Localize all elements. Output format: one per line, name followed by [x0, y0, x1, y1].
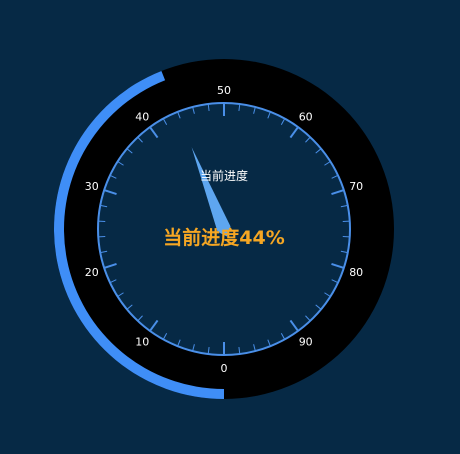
- tick-label: 30: [85, 180, 99, 193]
- tick-label: 70: [349, 180, 363, 193]
- tick-label: 0: [221, 362, 228, 375]
- tick-label: 90: [299, 335, 313, 348]
- gauge-svg: 0 10 20 30 40 50 60 70 80 90 当前进度当前进度44%: [0, 0, 460, 450]
- tick-label: 20: [85, 266, 99, 279]
- tick-label: 10: [135, 335, 149, 348]
- series-name-label: 当前进度: [200, 168, 248, 183]
- tick-label: 40: [135, 111, 149, 124]
- tick-label: 60: [299, 111, 313, 124]
- detail-value-label: 当前进度44%: [163, 226, 284, 249]
- tick-label: 80: [349, 266, 363, 279]
- gauge-chart: 0 10 20 30 40 50 60 70 80 90 当前进度当前进度44%: [0, 0, 460, 450]
- tick-label: 50: [217, 84, 231, 97]
